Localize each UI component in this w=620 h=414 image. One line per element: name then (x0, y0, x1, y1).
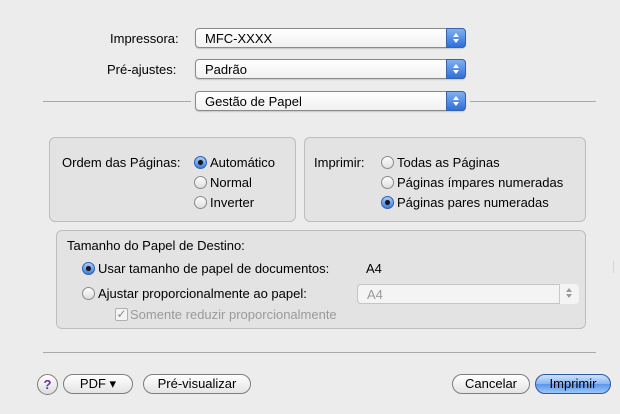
scale-to-paper-radio[interactable] (82, 287, 95, 300)
page-order-label: Ordem das Páginas: (62, 155, 181, 170)
printer-value: MFC-XXXX (205, 31, 273, 46)
pdf-menu-button[interactable]: PDF ▾ (63, 374, 133, 394)
scroll-indicator (613, 261, 614, 273)
popup-arrows-icon (446, 59, 466, 79)
use-document-size-radio[interactable] (82, 262, 95, 275)
page-order-normal-label[interactable]: Normal (210, 175, 252, 190)
panel-value: Gestão de Papel (205, 94, 302, 109)
popup-arrows-icon (446, 28, 466, 48)
popup-arrows-icon (446, 91, 466, 111)
print-all-pages-label[interactable]: Todas as Páginas (397, 155, 500, 170)
page-order-automatic-label[interactable]: Automático (210, 155, 275, 170)
print-odd-pages-radio[interactable] (381, 176, 394, 189)
panel-popup[interactable]: Gestão de Papel (195, 91, 466, 111)
presets-value: Padrão (205, 62, 247, 77)
scale-paper-size-popup[interactable]: A4 (357, 284, 579, 304)
page-order-group (49, 137, 296, 222)
printer-label: Impressora: (110, 31, 179, 46)
preview-button[interactable]: Pré-visualizar (143, 374, 251, 394)
use-document-size-label[interactable]: Usar tamanho de papel de documentos: (98, 261, 329, 276)
print-pages-label: Imprimir: (314, 155, 365, 170)
page-order-automatic-radio[interactable] (194, 156, 207, 169)
print-all-pages-radio[interactable] (381, 156, 394, 169)
page-order-normal-radio[interactable] (194, 176, 207, 189)
destination-paper-title: Tamanho do Papel de Destino: (67, 238, 245, 253)
page-order-reverse-label[interactable]: Inverter (210, 195, 254, 210)
popup-arrows-icon (559, 284, 579, 304)
cancel-button[interactable]: Cancelar (452, 374, 530, 394)
separator-line-left (43, 101, 191, 102)
scale-paper-size-value: A4 (367, 287, 383, 302)
print-even-pages-label[interactable]: Páginas pares numeradas (397, 195, 549, 210)
footer-separator (43, 352, 596, 353)
printer-popup[interactable]: MFC-XXXX (195, 28, 466, 48)
print-odd-pages-label[interactable]: Páginas ímpares numeradas (397, 175, 563, 190)
scale-down-only-checkbox[interactable]: ✓ (115, 308, 128, 321)
print-button[interactable]: Imprimir (535, 374, 611, 394)
print-even-pages-radio[interactable] (381, 196, 394, 209)
page-order-reverse-radio[interactable] (194, 196, 207, 209)
presets-popup[interactable]: Padrão (195, 59, 466, 79)
separator-line-right (470, 101, 596, 102)
presets-label: Pré-ajustes: (107, 62, 177, 77)
scale-down-only-label[interactable]: Somente reduzir proporcionalmente (130, 307, 337, 322)
help-icon[interactable]: ? (37, 374, 58, 395)
document-size-value: A4 (366, 261, 382, 276)
scale-to-paper-label[interactable]: Ajustar proporcionalmente ao papel: (98, 286, 307, 301)
